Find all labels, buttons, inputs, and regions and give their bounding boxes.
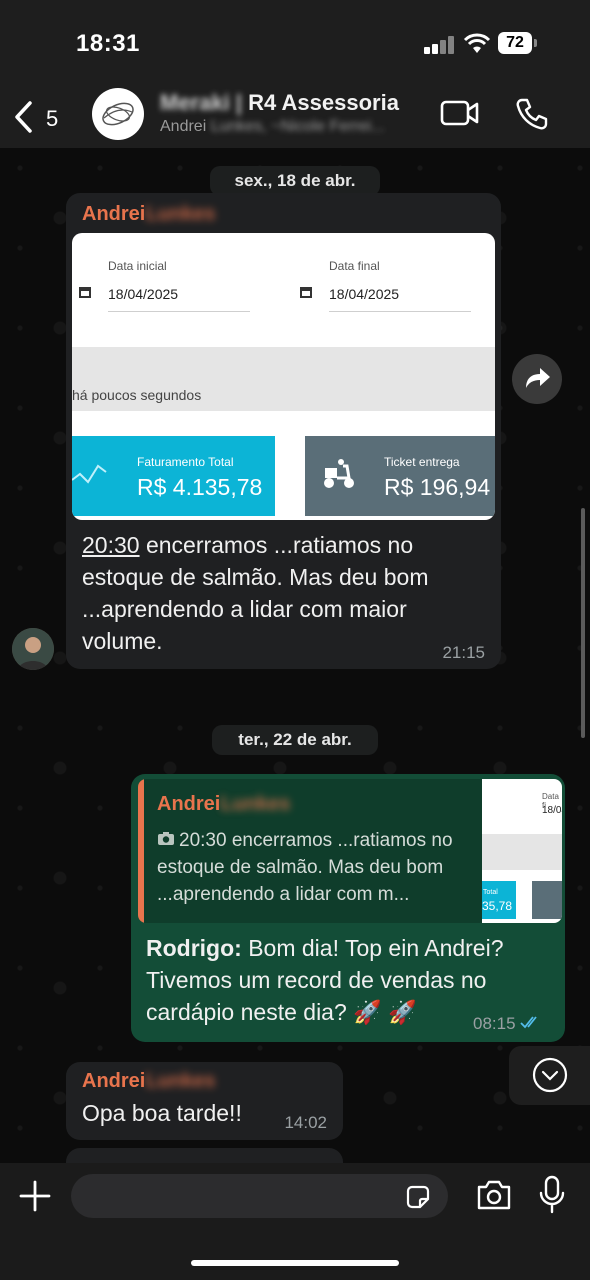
forward-arrow-icon — [526, 368, 550, 388]
message-time: 14:02 — [284, 1113, 327, 1132]
participants-visible: Andrei — [160, 118, 207, 135]
chat-title-text: R4 Assessoria — [248, 90, 399, 115]
calendar-icon — [300, 287, 312, 298]
quoted-sender-name: Andrei — [157, 793, 221, 815]
home-indicator — [191, 1260, 399, 1266]
person-photo-icon — [12, 628, 54, 670]
time-link[interactable]: 20:30 — [82, 532, 140, 558]
thumb-date: 18/04 — [542, 805, 562, 816]
revenue-card: Faturamento Total R$ 4.135,78 — [72, 436, 275, 516]
status-bar: 18:31 72 — [0, 0, 590, 88]
incoming-message[interactable]: AndreiLunkes Opa boa tarde!! 14:02 — [66, 1062, 343, 1140]
video-call-icon[interactable] — [440, 98, 480, 128]
message-body: 20:30 encerramos ...ratiamos no estoque … — [82, 529, 482, 657]
camera-icon[interactable] — [475, 1179, 513, 1211]
message-sender[interactable]: AndreiLunkes — [82, 203, 215, 226]
dashboard-screenshot-image[interactable]: Data inicial 18/04/2025 Data final 18/04… — [72, 233, 495, 520]
sender-name-redacted: Lunkes — [145, 203, 216, 225]
read-receipt-icon — [520, 1016, 537, 1029]
start-date-label: Data inicial — [108, 259, 167, 273]
phone-icon[interactable] — [514, 96, 550, 132]
message-time: 21:15 — [442, 643, 485, 662]
quoted-text-body: 20:30 encerramos ...ratiamos no estoque … — [157, 830, 453, 905]
thumb-card-cyan: Total 35,78 — [482, 881, 516, 919]
trend-chart-icon — [72, 464, 107, 484]
quoted-sender: AndreiLunkes — [157, 793, 290, 816]
battery-tip — [534, 39, 537, 47]
group-avatar[interactable] — [92, 88, 144, 140]
quoted-text: 20:30 encerramos ...ratiamos no estoque … — [157, 827, 475, 908]
start-date-value: 18/04/2025 — [108, 286, 179, 302]
ticket-value: R$ 196,94 — [384, 474, 491, 500]
chevron-left-icon — [15, 101, 32, 133]
sender-name-redacted: Lunkes — [145, 1070, 216, 1092]
chat-header: 5 Meraki | R4 Assessoria Andrei Lunkes, … — [0, 88, 590, 148]
cellular-signal-icon — [424, 36, 456, 54]
message-sender[interactable]: AndreiLunkes — [82, 1070, 215, 1093]
quoted-image-thumbnail: Data fi 18/04 Total 35,78 — [482, 779, 562, 923]
thumb-banner — [482, 834, 562, 870]
wifi-icon — [463, 33, 491, 53]
chat-title-redacted: Meraki | — [160, 90, 242, 115]
thumb-card-value: 35,78 — [482, 899, 513, 913]
scroll-to-bottom-button[interactable] — [509, 1046, 590, 1105]
back-button[interactable]: 5 — [10, 94, 70, 140]
calendar-icon — [79, 287, 91, 298]
date-separator: ter., 22 de abr. — [212, 725, 378, 755]
composer-bar — [0, 1163, 590, 1280]
delivery-scooter-icon — [324, 459, 354, 488]
quote-accent-bar — [138, 779, 144, 923]
battery-indicator: 72 — [498, 32, 532, 54]
message-author: Rodrigo: — [146, 935, 242, 961]
sender-avatar[interactable] — [12, 628, 54, 670]
plus-icon[interactable] — [18, 1179, 52, 1213]
unread-count: 5 — [46, 106, 59, 131]
message-time: 08:15 — [473, 1014, 542, 1034]
group-logo-icon — [102, 102, 134, 126]
participants-redacted: Lunkes, ~Nicole Ferrei... — [210, 118, 385, 135]
forward-button[interactable] — [512, 354, 562, 404]
microphone-icon[interactable] — [538, 1175, 566, 1215]
revenue-label: Faturamento Total — [137, 455, 234, 469]
message-text: Opa boa tarde!! — [82, 1100, 242, 1126]
chevron-down-circle-icon — [532, 1057, 568, 1093]
chat-title[interactable]: Meraki | R4 Assessoria — [160, 90, 399, 116]
ticket-label: Ticket entrega — [384, 455, 460, 469]
quoted-message[interactable]: AndreiLunkes 20:30 encerramos ...ratiamo… — [138, 779, 562, 923]
end-date-label: Data final — [329, 259, 380, 273]
camera-icon — [158, 832, 174, 845]
thumb-card-grey — [532, 881, 562, 919]
ticket-card: Ticket entrega R$ 196,94 — [305, 436, 495, 516]
date-separator: sex., 18 de abr. — [210, 166, 380, 196]
revenue-value: R$ 4.135,78 — [137, 474, 263, 500]
updated-ago: há poucos segundos — [72, 387, 202, 403]
message-time-text: 08:15 — [473, 1014, 516, 1033]
end-date-value: 18/04/2025 — [329, 286, 400, 302]
scrollbar[interactable] — [581, 508, 585, 738]
sender-name: Andrei — [82, 203, 146, 225]
chat-participants[interactable]: Andrei Lunkes, ~Nicole Ferrei... — [160, 118, 385, 136]
quoted-sender-redacted: Lunkes — [220, 793, 291, 815]
sender-name: Andrei — [82, 1070, 146, 1092]
message-input[interactable] — [71, 1174, 448, 1218]
status-time: 18:31 — [76, 30, 140, 57]
thumb-card-label: Total — [483, 889, 498, 896]
start-date-underline — [108, 311, 250, 312]
sticker-icon[interactable] — [404, 1183, 432, 1211]
end-date-underline — [329, 311, 471, 312]
